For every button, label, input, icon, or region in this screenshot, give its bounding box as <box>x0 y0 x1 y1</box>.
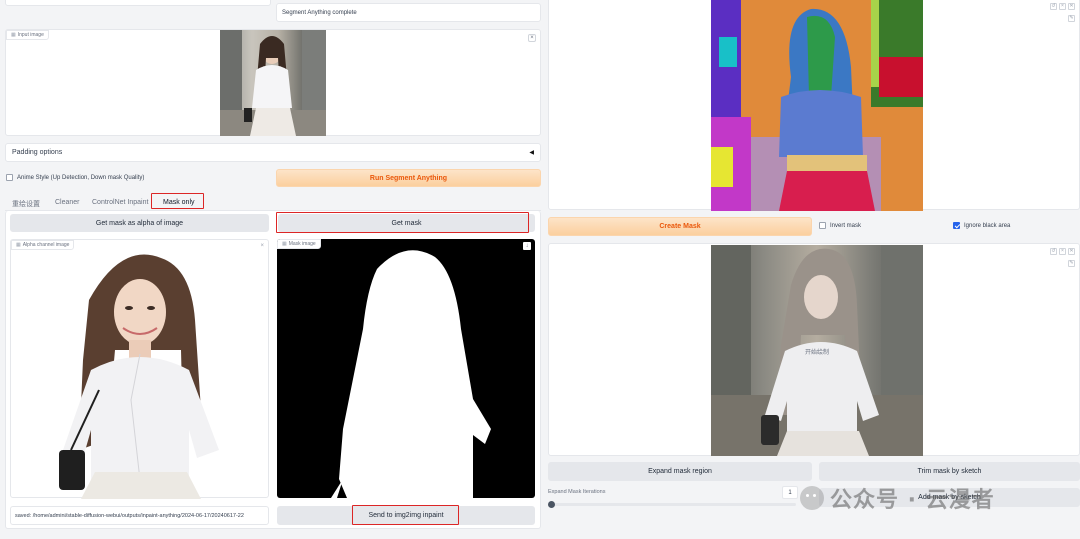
invert-mask-checkbox-row[interactable]: Invert mask <box>819 222 861 229</box>
tab-controlnet-inpaint[interactable]: ControlNet Inpaint <box>92 199 148 206</box>
expand-mask-iterations-label: Expand Mask Iterations <box>548 489 606 495</box>
mask-silhouette <box>331 250 491 498</box>
ignore-black-area-checkbox[interactable] <box>953 222 960 229</box>
send-to-img2img-inpaint-button[interactable]: Send to img2img inpaint <box>277 506 535 525</box>
triangle-left-icon[interactable]: ◀ <box>529 149 534 156</box>
anime-style-checkbox[interactable] <box>6 174 13 181</box>
input-image-label-chip: ▦ Input image <box>6 30 49 40</box>
remove-icon[interactable]: ✕ <box>1068 3 1075 10</box>
invert-mask-label: Invert mask <box>830 222 862 229</box>
remove-icon[interactable]: ✕ <box>1068 248 1075 255</box>
brush-icon[interactable]: ✎ <box>1068 260 1075 267</box>
saved-path-textbox: saved: /home/admini/stable-diffusion-web… <box>10 506 269 525</box>
create-mask-button[interactable]: Create Mask <box>548 217 812 236</box>
input-image-panel[interactable]: ▦ Input image × <box>5 29 541 136</box>
padding-options-label: Padding options <box>12 149 63 156</box>
ignore-black-area-label: Ignore black area <box>964 222 1011 229</box>
top-left-panel <box>5 0 271 6</box>
segmentation-output-panel[interactable]: ↺ × ✕ ✎ <box>548 0 1080 211</box>
clear-icon[interactable]: × <box>1059 3 1066 10</box>
trim-mask-by-sketch-button[interactable]: Trim mask by sketch <box>819 462 1080 481</box>
expand-iterations-slider[interactable] <box>548 500 796 508</box>
get-mask-alpha-button[interactable]: Get mask as alpha of image <box>10 214 269 232</box>
alpha-channel-image-panel[interactable]: ▦ Alpha channel image × <box>10 239 269 499</box>
image-icon: ▦ <box>11 32 16 38</box>
expand-iterations-value-box[interactable]: 1 <box>782 486 798 499</box>
undo-icon[interactable]: ↺ <box>1050 3 1057 10</box>
tab-inpaint-settings[interactable]: 重绘设置 <box>12 199 40 209</box>
anime-style-label: Anime Style (Up Detection, Down mask Qua… <box>17 174 145 181</box>
alpha-photo-art <box>59 254 219 499</box>
input-photo <box>220 30 326 136</box>
undo-icon[interactable]: ↺ <box>1050 248 1057 255</box>
clear-image-icon[interactable]: × <box>528 34 536 42</box>
slider-thumb[interactable] <box>548 500 555 508</box>
invert-mask-checkbox[interactable] <box>819 222 826 229</box>
add-mask-by-sketch-button[interactable]: Add mask by sketch <box>819 488 1080 507</box>
get-mask-button[interactable]: Get mask <box>278 214 535 232</box>
sketch-photo: 开始绘制 <box>711 245 923 456</box>
ignore-black-area-checkbox-row[interactable]: Ignore black area <box>953 222 1010 229</box>
expand-mask-region-button[interactable]: Expand mask region <box>548 462 812 481</box>
clear-icon[interactable]: × <box>1059 248 1066 255</box>
input-image-label: Input image <box>17 32 44 38</box>
expand-iterations-value: 1 <box>788 489 792 496</box>
input-photo-art <box>220 30 326 136</box>
saved-path-text: saved: /home/admini/stable-diffusion-web… <box>15 512 244 519</box>
photo-caption: 开始绘制 <box>805 350 830 356</box>
padding-options-accordion[interactable]: Padding options ◀ <box>5 143 541 162</box>
tab-mask-only[interactable]: Mask only <box>163 199 195 206</box>
segmentation-map <box>711 0 923 211</box>
mask-image-panel[interactable]: ▦ Mask image ↓ <box>277 239 535 498</box>
anime-style-checkbox-row[interactable]: Anime Style (Up Detection, Down mask Qua… <box>6 174 144 181</box>
tab-bar: 重绘设置 Cleaner ControlNet Inpaint Mask onl… <box>12 197 541 211</box>
sketch-canvas-panel[interactable]: ↺ × ✕ ✎ 开始绘制 <box>548 243 1080 456</box>
brush-icon[interactable]: ✎ <box>1068 15 1075 22</box>
status-textbox: Segment Anything complete <box>276 3 541 22</box>
status-text: Segment Anything complete <box>282 9 357 16</box>
tab-cleaner[interactable]: Cleaner <box>55 199 80 206</box>
run-segment-anything-button[interactable]: Run Segment Anything <box>276 169 541 187</box>
